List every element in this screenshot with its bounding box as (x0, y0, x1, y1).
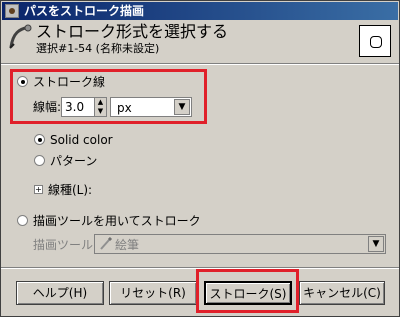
solid-color-label: Solid color (50, 133, 113, 147)
header-separator (1, 63, 399, 65)
cancel-button[interactable]: キャンセル(C) (299, 281, 385, 305)
dialog-subtitle: 選択#1-54 (名称未設定) (36, 42, 160, 55)
line-style-expander-label[interactable]: 線種(L): (48, 183, 92, 197)
reset-button[interactable]: リセット(R) (109, 281, 197, 305)
stroke-line-radio[interactable] (17, 76, 28, 87)
help-button[interactable]: ヘルプ(H) (16, 281, 104, 305)
paint-tool-select[interactable]: 絵筆 ▼ (94, 234, 386, 254)
line-width-value: 3.0 (65, 100, 85, 114)
line-width-spinner[interactable]: 3.0 ▲ ▼ (61, 97, 107, 117)
paint-tool-label: 描画ツールを用いてストローク (33, 214, 201, 228)
pattern-label: パターン (50, 154, 98, 168)
path-preview-thumbnail (359, 25, 391, 57)
solid-color-radio[interactable] (34, 134, 45, 145)
dialog-title: ストローク形式を選択する (36, 22, 229, 41)
gimp-app-icon (5, 4, 19, 18)
line-width-label: 線幅: (33, 100, 62, 114)
title-bar[interactable]: パスをストローク描画 (2, 2, 398, 20)
pattern-radio[interactable] (34, 155, 45, 166)
stroke-path-icon (9, 24, 32, 49)
paint-tool-radio[interactable] (17, 215, 28, 226)
chevron-down-icon[interactable]: ▼ (368, 236, 384, 252)
paint-tool-select-label: 描画ツール: (33, 238, 98, 252)
path-preview-shape (370, 36, 382, 48)
stroke-button[interactable]: ストローク(S) (204, 281, 292, 305)
paint-tool-value: 絵筆 (115, 238, 140, 252)
paintbrush-icon (100, 237, 113, 250)
stroke-line-label: ストローク線 (33, 75, 106, 89)
spinner-arrows-icon[interactable]: ▲ ▼ (94, 98, 106, 116)
stroke-path-dialog: パスをストローク描画 ストローク形式を選択する 選択#1-54 (名称未設定) … (0, 0, 400, 317)
expand-line-style-icon[interactable]: + (34, 185, 43, 194)
unit-select[interactable]: px ▼ (110, 97, 192, 117)
dialog-header: ストローク形式を選択する 選択#1-54 (名称未設定) (1, 21, 399, 61)
window-title: パスをストローク描画 (24, 4, 145, 18)
chevron-down-icon[interactable]: ▼ (174, 99, 190, 115)
unit-value: px (117, 101, 132, 115)
